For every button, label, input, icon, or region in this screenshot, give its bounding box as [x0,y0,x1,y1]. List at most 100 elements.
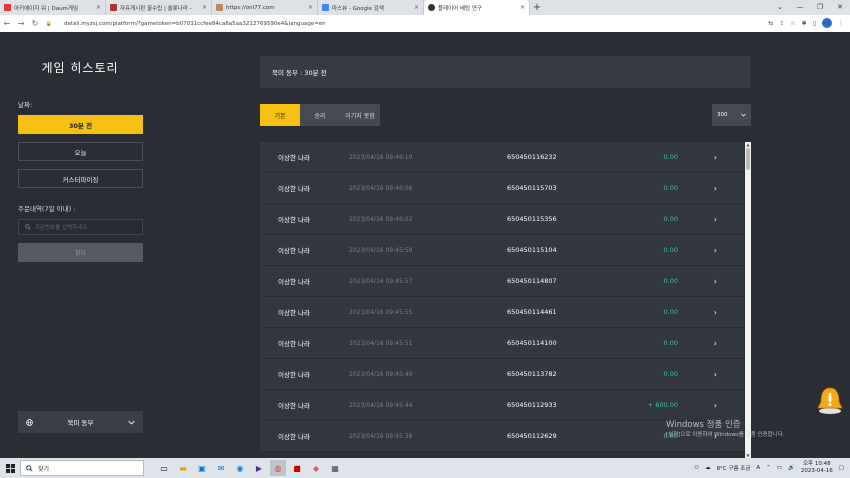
scrollbar-thumb[interactable] [746,148,750,170]
app-icon[interactable]: ◆ [308,460,324,476]
search-button[interactable]: 찾다 [18,243,143,262]
chevron-right-icon[interactable]: › [714,153,717,162]
row-round-id: 650450116232 [507,153,557,161]
chevron-down-icon [128,420,135,425]
warning-bell-icon[interactable] [816,385,844,415]
reload-icon[interactable]: ↻ [28,19,42,28]
scroll-up-icon[interactable]: ▲ [745,142,751,147]
lock-icon[interactable]: 🔒 [42,21,56,27]
filter-tab-basic[interactable]: 기본 [260,104,300,126]
row-time: 2023/04/16 09:45:58 [349,246,413,254]
browser-tab[interactable]: 마스뷰 - Google 검색 × [318,0,424,15]
translate-icon[interactable]: ⇆ [768,20,773,27]
weather-icon[interactable]: ☁ [705,465,711,471]
sidebar: 게임 히스토리 날짜: 30분 전 오늘 커스터마이징 주문내역(7일 이내) … [0,32,160,458]
row-amount: 0.00 [663,308,678,316]
minimize-icon[interactable]: — [790,0,810,15]
app-icon[interactable]: ▦ [327,460,343,476]
media-icon[interactable]: ▶ [251,460,267,476]
close-icon[interactable]: × [414,4,419,11]
browser-tab[interactable]: 자유게시판 꿀수립 | 쏠롯나라 - × [106,0,212,15]
filter-tab-no-win[interactable]: 이기지 못함 [340,104,380,126]
clock[interactable]: 오후 10:48 2023-04-16 [801,461,833,475]
close-icon[interactable]: × [520,4,525,11]
url-field[interactable]: detail.myzsj.com/platform/?gametoken=b07… [64,21,326,27]
chrome-icon[interactable]: ◍ [270,460,286,476]
bookmark-star-icon[interactable]: ☆ [790,20,795,27]
close-icon[interactable]: × [308,4,313,11]
tab-search-icon[interactable]: ⌄ [770,0,790,15]
order-search-input[interactable]: 주문번호를 입력하세요 [18,219,143,235]
menu-icon[interactable]: ⋮ [838,20,844,27]
chevron-right-icon[interactable]: › [714,277,717,286]
row-time: 2023/04/16 09:45:49 [349,370,413,378]
date-button-30min[interactable]: 30분 전 [18,115,143,134]
date-button-custom[interactable]: 커스터마이징 [18,169,143,188]
sidebar-title: 게임 히스토리 [41,61,119,75]
profile-avatar[interactable]: KE [822,18,832,28]
chevron-right-icon[interactable]: › [714,308,717,317]
row-round-id: 650450115356 [507,215,557,223]
table-row[interactable]: 이상한 나라 2023/04/16 09:46:06 650450115703 0.0… [260,173,744,204]
row-amount: 0.00 [663,370,678,378]
row-amount: + 600.00 [647,401,678,409]
volume-icon[interactable]: 🔊 [788,465,795,471]
table-row[interactable]: 이상한 나라 2023/04/16 09:45:44 650450112933 + 6… [260,390,744,421]
browser-chrome: 아키에이지 워 | Daum게임 × 자유게시판 꿀수립 | 쏠롯나라 - × ht… [0,0,850,32]
share-icon[interactable]: ⇪ [779,20,784,27]
browser-tab[interactable]: 아키에이지 워 | Daum게임 × [0,0,106,15]
chevron-right-icon[interactable]: › [714,215,717,224]
tab-strip: 아키에이지 워 | Daum게임 × 자유게시판 꿀수립 | 쏠롯나라 - × ht… [0,0,850,15]
mail-icon[interactable]: ✉ [213,460,229,476]
lang-indicator[interactable]: A [756,465,760,471]
browser-tab[interactable]: https://oni77.com × [212,0,318,15]
row-time: 2023/04/16 09:46:02 [349,215,413,223]
edge-icon[interactable]: ◉ [232,460,248,476]
taskbar-search[interactable]: 찾기 [20,460,144,476]
extensions-icon[interactable]: ✱ [802,20,807,27]
region-label: 북미 동부 [67,419,94,427]
tab-title: 플레이어 베팅 연구 [438,5,482,12]
new-tab-button[interactable]: + [530,0,544,15]
close-icon[interactable]: × [96,4,101,11]
file-explorer-icon[interactable]: ▬ [175,460,191,476]
scrollbar[interactable]: ▲ ▼ [745,142,751,458]
forward-icon[interactable]: → [14,19,28,28]
region-selector[interactable]: 북미 동부 [18,411,143,433]
table-row[interactable]: 이상한 나라 2023/04/16 09:46:02 650450115356 0.0… [260,204,744,235]
table-row[interactable]: 이상한 나라 2023/04/16 09:45:57 650450114807 0.0… [260,266,744,297]
row-round-id: 650450114461 [507,308,557,316]
tab-favicon-icon [322,4,329,11]
close-icon[interactable]: × [202,4,207,11]
back-icon[interactable]: ← [0,19,14,28]
tray-chevron-icon[interactable]: ⌃ [766,465,771,471]
date-button-today[interactable]: 오늘 [18,142,143,161]
table-row[interactable]: 이상한 나라 2023/04/16 09:45:55 650450114461 0.0… [260,297,744,328]
chevron-right-icon[interactable]: › [714,401,717,410]
maximize-icon[interactable]: ❐ [810,0,830,15]
task-view-icon[interactable]: ▭ [156,460,172,476]
page-size-select[interactable]: 300 [712,104,751,126]
table-row[interactable]: 이상한 나라 2023/04/16 09:45:49 650450113782 0.0… [260,359,744,390]
table-row[interactable]: 이상한 나라 2023/04/16 09:46:10 650450116232 0.0… [260,142,744,173]
filter-tab-win[interactable]: 승리 [300,104,340,126]
browser-tab-active[interactable]: 플레이어 베팅 연구 × [424,0,530,15]
table-row[interactable]: 이상한 나라 2023/04/16 09:45:58 650450115104 0.0… [260,235,744,266]
app-icon[interactable]: ■ [289,460,305,476]
people-icon[interactable]: ⚇ [694,465,699,471]
table-row[interactable]: 이상한 나라 2023/04/16 09:45:51 650450114100 0.0… [260,328,744,359]
start-button[interactable] [0,458,20,478]
chevron-right-icon[interactable]: › [714,246,717,255]
chevron-right-icon[interactable]: › [714,370,717,379]
chevron-right-icon[interactable]: › [714,184,717,193]
sidepanel-icon[interactable]: ▯ [813,20,816,27]
close-window-icon[interactable]: ✕ [830,0,850,15]
chevron-right-icon[interactable]: › [714,339,717,348]
store-icon[interactable]: ▣ [194,460,210,476]
globe-icon [26,418,33,426]
tab-title: https://oni77.com [226,4,275,11]
notification-icon[interactable]: ▢ [839,465,844,471]
network-icon[interactable]: ▭ [777,465,782,471]
weather-text[interactable]: 8°C 구름 조금 [717,464,751,472]
tab-title: 자유게시판 꿀수립 | 쏠롯나라 - [120,5,192,12]
